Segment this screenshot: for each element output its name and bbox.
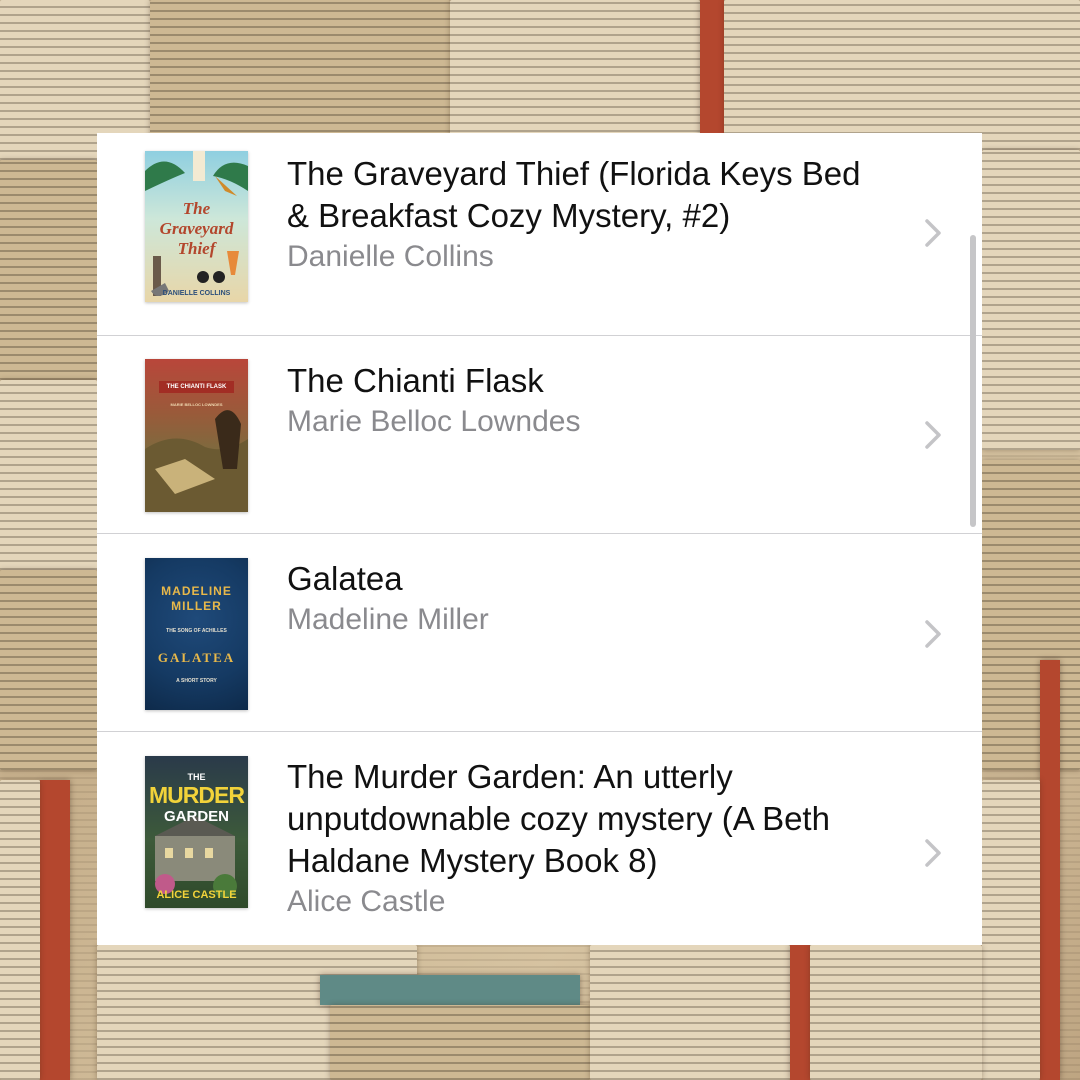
book-title: The Chianti Flask	[287, 362, 544, 399]
list-item-book[interactable]: The Graveyard Thief DANIELLE COLLINS The…	[97, 133, 982, 336]
book-author: Madeline Miller	[287, 603, 489, 636]
book-cover: THE CHIANTI FLASK MARIE BELLOC LOWNDES	[145, 359, 248, 512]
book-page	[0, 380, 97, 570]
book-info: The Murder Garden: An utterly unputdowna…	[287, 756, 887, 922]
book-author: Marie Belloc Lowndes	[287, 405, 581, 438]
book-page	[150, 0, 450, 140]
book-edge	[320, 975, 580, 1005]
book-info: The Graveyard Thief (Florida Keys Bed & …	[287, 153, 887, 277]
cover-blurb: THE SONG OF ACHILLES	[166, 628, 227, 634]
cover-title-garden: GARDEN	[163, 808, 229, 825]
book-info: Galatea Madeline Miller	[287, 558, 887, 640]
book-page	[330, 1005, 590, 1080]
cover-note: A SHORT STORY	[176, 678, 217, 684]
chevron-right-icon	[925, 839, 941, 867]
book-spine	[790, 945, 810, 1080]
book-cover: THE MURDER GARDEN ALICE CASTLE	[145, 756, 248, 908]
book-page	[982, 460, 1080, 770]
book-spine	[700, 0, 724, 140]
cover-title: The Graveyard Thief	[159, 199, 234, 258]
book-page	[810, 945, 982, 1080]
cover-author: MARIE BELLOC LOWNDES	[170, 402, 223, 407]
cover-title: THE CHIANTI FLASK	[159, 381, 234, 393]
cover-author: MADELINE MILLER	[161, 584, 232, 613]
chevron-right-icon	[925, 620, 941, 648]
book-cover: The Graveyard Thief DANIELLE COLLINS	[145, 151, 248, 302]
chevron-right-icon	[925, 421, 941, 449]
cover-author: ALICE CASTLE	[156, 889, 237, 901]
book-title: Galatea	[287, 560, 403, 597]
book-title: The Graveyard Thief (Florida Keys Bed & …	[287, 155, 861, 234]
book-author: Alice Castle	[287, 885, 446, 918]
cover-author: DANIELLE COLLINS	[162, 290, 231, 297]
book-page	[0, 570, 97, 770]
book-cover: MADELINE MILLER THE SONG OF ACHILLES GAL…	[145, 558, 248, 710]
book-page	[982, 780, 1040, 1080]
list-item-book[interactable]: MADELINE MILLER THE SONG OF ACHILLES GAL…	[97, 534, 982, 732]
cover-title-murder: MURDER	[149, 782, 245, 808]
book-list: The Graveyard Thief DANIELLE COLLINS The…	[97, 133, 982, 945]
list-item-book[interactable]: THE MURDER GARDEN ALICE CASTLE The Murde…	[97, 732, 982, 945]
book-author: Danielle Collins	[287, 240, 494, 273]
book-page	[450, 0, 700, 140]
book-page	[0, 780, 40, 1080]
cover-title: GALATEA	[157, 650, 236, 665]
book-page	[982, 150, 1080, 450]
book-spine	[1040, 660, 1060, 1080]
chevron-right-icon	[925, 219, 941, 247]
scrollbar[interactable]	[970, 235, 976, 527]
list-item-book[interactable]: THE CHIANTI FLASK MARIE BELLOC LOWNDES T…	[97, 336, 982, 534]
book-page	[724, 0, 1080, 150]
book-page	[590, 945, 790, 1080]
cover-title-the: THE	[187, 772, 206, 782]
book-title: The Murder Garden: An utterly unputdowna…	[287, 758, 830, 879]
book-info: The Chianti Flask Marie Belloc Lowndes	[287, 360, 887, 442]
book-page	[0, 160, 97, 380]
book-spine	[40, 780, 70, 1080]
